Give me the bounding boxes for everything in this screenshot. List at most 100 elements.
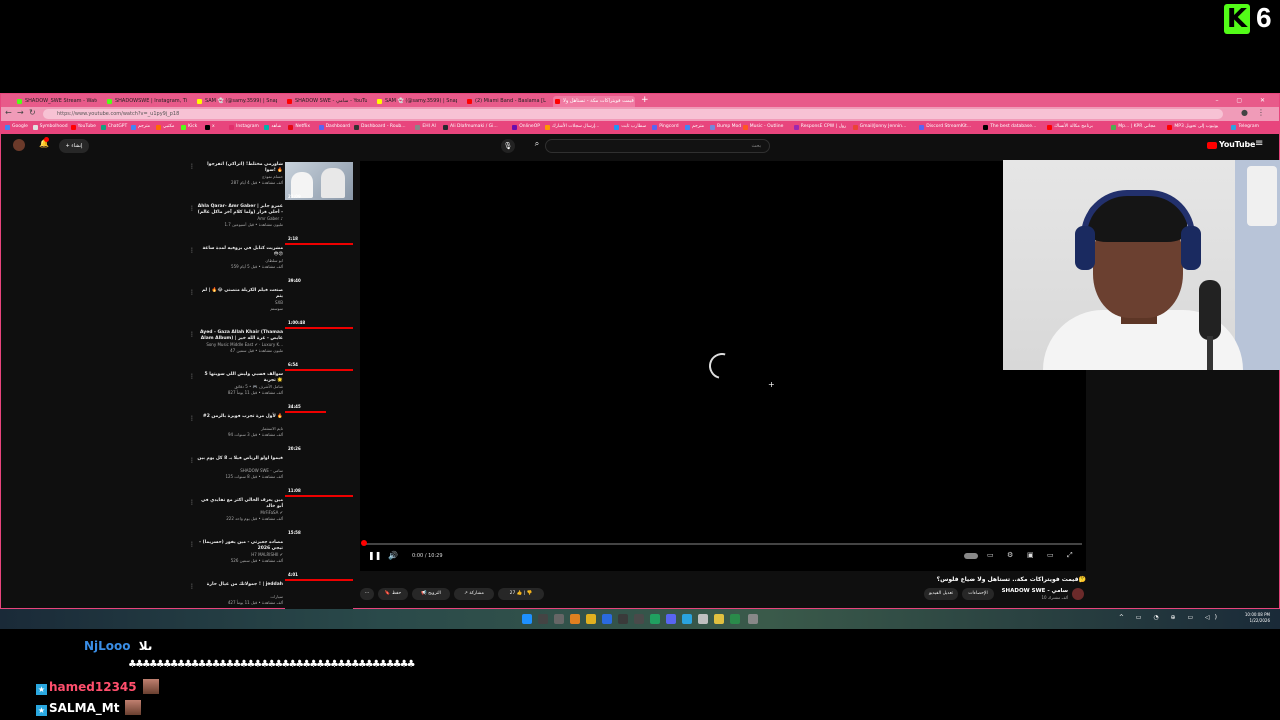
- related-video-channel[interactable]: سيارات: [197, 594, 283, 599]
- browser-menu-icon[interactable]: ⋮: [1257, 108, 1265, 117]
- related-video-item[interactable]: ⋮ Ahla Qarar- Amr Gaber | عمرو جابر - أحل…: [187, 204, 357, 246]
- more-options-icon[interactable]: ⋮: [189, 163, 195, 170]
- tab-kick-profile[interactable]: SHADOWSWE | Instagram, TikTok: [105, 96, 187, 107]
- app-icon-3[interactable]: [650, 614, 660, 624]
- autoplay-toggle[interactable]: [964, 553, 978, 559]
- new-tab-button[interactable]: +: [641, 94, 649, 107]
- analytics-button[interactable]: الإحصاءات: [962, 588, 994, 600]
- bookmark-item[interactable]: Kick: [181, 124, 197, 130]
- bookmark-item[interactable]: Dashboard: [318, 124, 350, 130]
- related-video-title[interactable]: شاورمي مختلط! (اتراكي) اتفرجوا سوا! 🔥: [197, 162, 283, 174]
- start-menu-icon[interactable]: [522, 614, 532, 624]
- related-video-title[interactable]: #2 لأول مرة تجرب فويرة بالزمن 🔥: [197, 414, 283, 420]
- app-icon-4[interactable]: [698, 614, 708, 624]
- more-options-icon[interactable]: ⋮: [189, 205, 195, 212]
- forward-icon[interactable]: →: [17, 108, 24, 117]
- more-options-icon[interactable]: ⋮: [189, 457, 195, 464]
- account-avatar[interactable]: [13, 139, 25, 151]
- related-video-channel[interactable]: SHADOW SWE - سامي: [197, 468, 283, 473]
- more-options-icon[interactable]: ⋮: [189, 499, 195, 506]
- bookmark-item[interactable]: Ali Dlafmumaki / Gi...: [443, 124, 498, 130]
- create-button[interactable]: + إنشاء: [59, 139, 89, 153]
- seek-bar[interactable]: [364, 543, 1082, 545]
- file-explorer-icon[interactable]: [570, 614, 580, 624]
- bookmark-item[interactable]: MP3 يوتيوب إلى تحويل: [1167, 124, 1218, 130]
- bookmark-item[interactable]: إرسال سجلات الأشارك...: [545, 124, 599, 130]
- related-video-item[interactable]: ⋮ مين يعرف الخالي اكثر مع نفايدي في أبو خ…: [187, 498, 357, 540]
- more-options-icon[interactable]: ⋮: [189, 331, 195, 338]
- related-video-item[interactable]: ⋮ مشريت كتابل في بروفيه لمدة ساعة 😳😡 ابو س…: [187, 246, 357, 288]
- bookmark-item[interactable]: Gmail/Jonny Jennin...: [852, 124, 906, 130]
- tab-kick-stream[interactable]: SHADOW_SWE Stream - Watch Li: [15, 96, 97, 107]
- hamburger-menu-icon[interactable]: ≡: [1255, 138, 1263, 149]
- voice-search-icon[interactable]: 🎙: [501, 139, 515, 153]
- related-video-item[interactable]: ⋮ قيموا اولو الرياض فيلا بـ 8 كل يوم بين S…: [187, 456, 357, 498]
- related-video-title[interactable]: مين يعرف الخالي اكثر مع نفايدي في أبو خا…: [197, 498, 283, 510]
- vscode-icon[interactable]: [602, 614, 612, 624]
- related-video-channel[interactable]: SXB: [197, 300, 283, 305]
- app-icon-5[interactable]: [714, 614, 724, 624]
- tab-snapchat-1[interactable]: SAM 👻 (@samy.3599) | Snap: [195, 96, 277, 107]
- settings-gear-icon[interactable]: ⚙: [1007, 551, 1013, 559]
- more-options-icon[interactable]: ⋮: [189, 415, 195, 422]
- bookmark-item[interactable]: Netflix: [288, 124, 310, 130]
- app-icon-1[interactable]: [618, 614, 628, 624]
- related-video-title[interactable]: Ayed - Gaza Allah Khair (Thamaa Alam Alb…: [197, 330, 283, 342]
- app-icon-2[interactable]: [634, 614, 644, 624]
- bookmark-item[interactable]: Instagram: [229, 124, 259, 130]
- related-video-item[interactable]: ⋮ مصاده جعبرتي - مين يفوز (حسريما) - تيجي…: [187, 540, 357, 582]
- save-button[interactable]: 🔖 حفظ: [378, 588, 408, 600]
- related-video-channel[interactable]: H7 MALRISHII ✔: [197, 552, 283, 557]
- bookmark-item[interactable]: مترجم: [685, 124, 704, 130]
- bookmark-item[interactable]: ChatGPT: [100, 124, 127, 130]
- promote-button[interactable]: 📢 الترويج: [412, 588, 450, 600]
- bookmark-item[interactable]: Mp... | KPR مجاني: [1111, 124, 1156, 130]
- bookmark-item[interactable]: Telegram: [1231, 124, 1259, 130]
- tab-youtube-channel[interactable]: SHADOW SWE - سامي - YouTube: [285, 96, 367, 107]
- clock[interactable]: 10:00:08 PM 1/22/2026: [1245, 612, 1270, 624]
- related-video-title[interactable]: صنعت فيلم الكربلة منصني 😂🔥 | لم يتم: [197, 288, 283, 300]
- related-video-channel[interactable]: تايم الاستثمار: [197, 426, 283, 431]
- more-options-icon[interactable]: ⋮: [189, 247, 195, 254]
- bookmark-item[interactable]: Symbolhood: [32, 124, 68, 130]
- bookmark-item[interactable]: OnlineOP: [512, 124, 540, 130]
- related-video-title[interactable]: Ahla Qarar- Amr Gaber | عمرو جابر - أحلى…: [197, 204, 283, 216]
- youtube-logo-text[interactable]: YouTube: [1219, 140, 1255, 149]
- related-video-channel[interactable]: شامل الأشرف 🎮 • 5 دقائق: [197, 384, 283, 389]
- share-button[interactable]: ↗ مشاركة: [454, 588, 494, 600]
- profile-icon[interactable]: ●: [1241, 108, 1248, 117]
- related-video-title[interactable]: مصاده جعبرتي - مين يفوز (حسريما) - تيجي …: [197, 540, 283, 552]
- bookmark-item[interactable]: YouTube: [70, 124, 96, 130]
- tab-miami-band[interactable]: (2) Miami Band - Baslama [L 2016: [465, 96, 547, 107]
- bookmark-item[interactable]: سطارب ثابت: [614, 124, 646, 130]
- tab-current-video[interactable]: قيمت فويتراكات مكة - تستاهل ولا: [553, 96, 635, 107]
- window-controls[interactable]: – ▢ ✕: [1215, 94, 1273, 107]
- bookmark-item[interactable]: Google: [5, 124, 28, 130]
- bookmark-item[interactable]: x: [205, 124, 215, 130]
- reload-icon[interactable]: ↻: [29, 108, 36, 117]
- related-video-channel[interactable]: MrFiFaSA ✔: [197, 510, 283, 515]
- more-actions-button[interactable]: ⋯: [360, 588, 374, 600]
- related-video-channel[interactable]: حسام نموذج: [197, 174, 283, 179]
- url-input[interactable]: https://www.youtube.com/watch?v=_u1py9j_…: [43, 109, 1223, 119]
- task-view-icon[interactable]: [554, 614, 564, 624]
- like-dislike-button[interactable]: 27 👍 | 👎: [498, 588, 544, 600]
- related-video-item[interactable]: ⋮ سوالف فسبي وليش اللي سويتها 5 تجربة 🌟 شا…: [187, 372, 357, 414]
- fullscreen-icon[interactable]: ⤢: [1067, 551, 1073, 560]
- bookmark-item[interactable]: مترجم: [131, 124, 150, 130]
- bookmark-item[interactable]: The best database...: [983, 124, 1036, 130]
- bookmark-item[interactable]: Dashboard - Roub...: [354, 124, 406, 130]
- channel-avatar[interactable]: [1072, 588, 1084, 600]
- more-options-icon[interactable]: ⋮: [189, 289, 195, 296]
- related-video-item[interactable]: ⋮ Ayed - Gaza Allah Khair (Thamaa Alam Al…: [187, 330, 357, 372]
- bookmark-item[interactable]: برنامج مكالة الأنساك: [1047, 124, 1093, 130]
- related-video-channel[interactable]: Amr Gaber ♪: [197, 216, 283, 221]
- bookmark-item[interactable]: EHI AI: [415, 124, 436, 130]
- theater-mode-icon[interactable]: ▭: [1047, 551, 1054, 559]
- search-icon[interactable]: ⌕: [530, 139, 544, 153]
- bookmark-item[interactable]: Discord StreamKit...: [919, 124, 971, 130]
- settings-icon[interactable]: [748, 614, 758, 624]
- related-video-title[interactable]: مشريت كتابل في بروفيه لمدة ساعة 😳😡: [197, 246, 283, 258]
- bookmark-item[interactable]: شاهد: [264, 124, 281, 130]
- subtitles-icon[interactable]: ▭: [987, 551, 994, 559]
